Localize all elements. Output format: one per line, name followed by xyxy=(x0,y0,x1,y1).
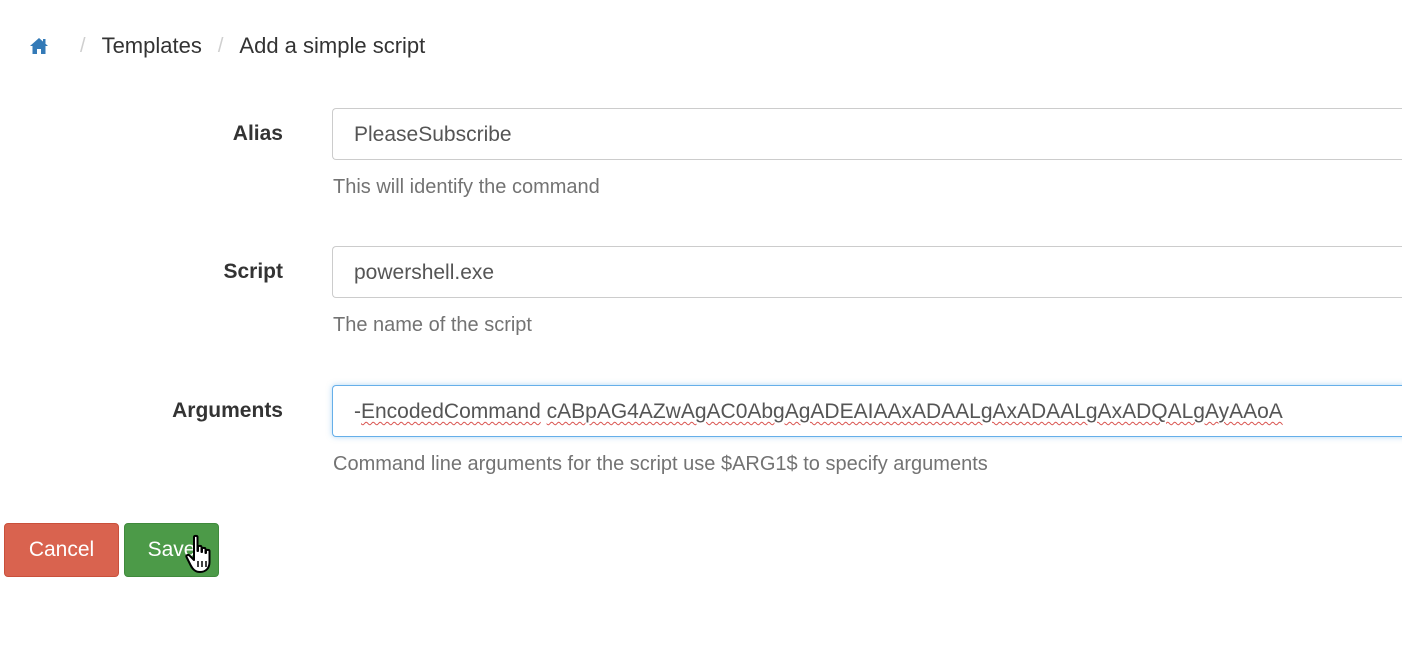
breadcrumb-separator: / xyxy=(217,34,224,57)
arguments-help-text: Command line arguments for the script us… xyxy=(333,453,988,475)
arguments-value-prefix: - xyxy=(354,400,361,423)
script-help-text: The name of the script xyxy=(333,314,532,336)
script-label: Script xyxy=(223,260,283,283)
script-input[interactable]: powershell.exe xyxy=(332,246,1402,298)
hand-pointer-icon xyxy=(184,534,218,576)
breadcrumb-separator: / xyxy=(80,34,86,57)
breadcrumb: / Templates / Add a simple script xyxy=(28,30,425,62)
arguments-label: Arguments xyxy=(172,399,283,422)
home-icon[interactable] xyxy=(28,35,50,57)
alias-label: Alias xyxy=(232,122,283,145)
alias-help-text: This will identify the command xyxy=(333,176,600,198)
arguments-input[interactable]: -EncodedCommand cABpAG4AZwAgAC0AbgAgADEA… xyxy=(332,385,1402,437)
arguments-value-payload: cABpAG4AZwAgAC0AbgAgADEAIAAxADAALgAxADAA… xyxy=(546,400,1283,423)
arguments-value-flag: EncodedCommand xyxy=(361,400,541,423)
breadcrumb-item-templates[interactable]: Templates xyxy=(102,33,202,59)
alias-input[interactable]: PleaseSubscribe xyxy=(332,108,1402,160)
breadcrumb-item-current: Add a simple script xyxy=(239,33,426,58)
cancel-button[interactable]: Cancel xyxy=(4,523,119,577)
